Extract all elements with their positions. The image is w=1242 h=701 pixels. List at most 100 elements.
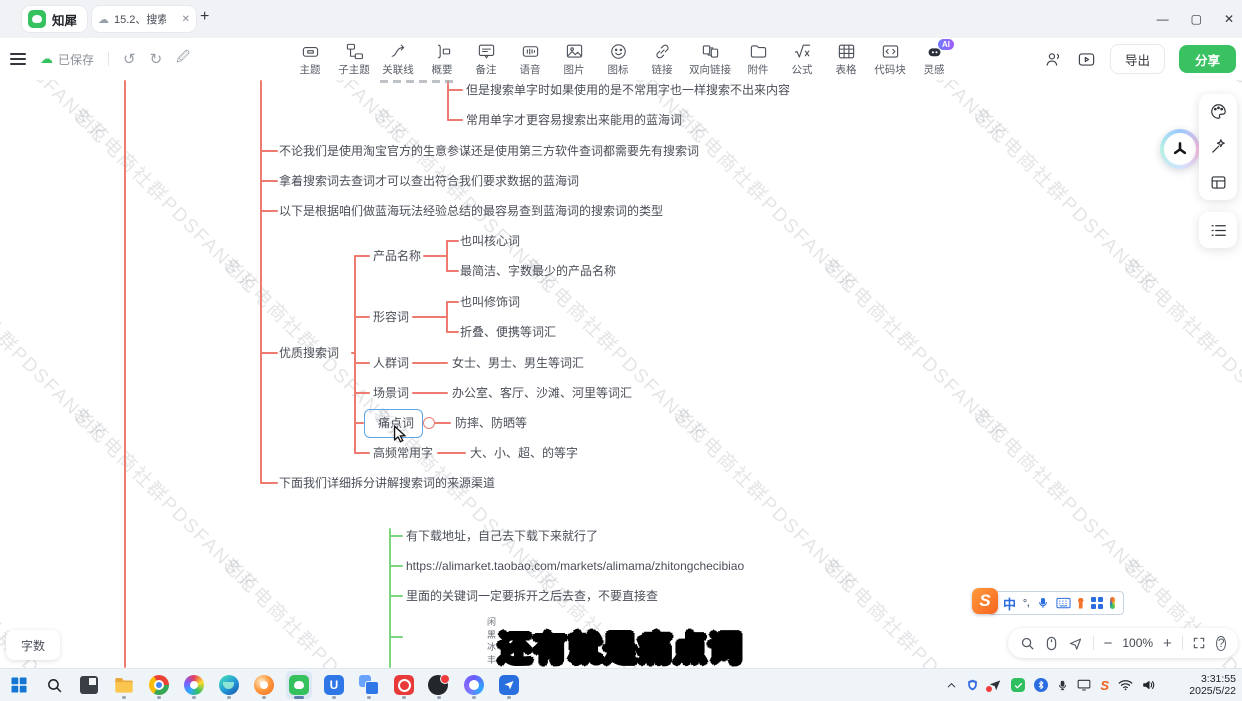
taskbar-app-squares-icon[interactable] <box>356 671 382 699</box>
mindmap-node-r13[interactable]: 人群词 <box>373 355 409 371</box>
tool-summary[interactable]: 概要 <box>420 42 464 77</box>
menu-button[interactable] <box>10 53 26 65</box>
taskbar-zhixi-icon[interactable] <box>286 671 312 699</box>
mindmap-node-r7[interactable]: 产品名称 <box>373 248 421 264</box>
mindmap-node-r9[interactable]: 最简洁、字数最少的产品名称 <box>460 263 616 279</box>
mindmap-node-r14[interactable]: 女士、男士、男生等词汇 <box>452 355 584 371</box>
tool-formula[interactable]: 公式 <box>780 42 824 77</box>
taskbar-clock[interactable]: 3:31:55 2025/5/22 <box>1189 669 1236 701</box>
tray-volume-icon[interactable] <box>1142 679 1156 691</box>
mindmap-node-g3[interactable]: 里面的关键词一定要拆开之后去查，不要直接查 <box>406 588 658 604</box>
tool-code[interactable]: 代码块 <box>868 42 912 77</box>
tool-ai[interactable]: 灵感AI <box>912 42 956 77</box>
mindmap-node-r12[interactable]: 折叠、便携等词汇 <box>460 324 556 340</box>
ime-chinese-mode[interactable]: 中 <box>1003 594 1016 613</box>
ime-keyboard-icon[interactable] <box>1056 597 1071 609</box>
tool-link[interactable]: 链接 <box>640 42 684 77</box>
theme-style-button[interactable] <box>1209 102 1228 121</box>
mindmap-node-g1[interactable]: 有下载地址，自己去下载下来就行了 <box>406 528 598 544</box>
tool-note[interactable]: 备注 <box>464 42 508 77</box>
taskbar-app-dark-icon[interactable] <box>426 671 452 699</box>
mindmap-node-r21[interactable]: 下面我们详细拆分讲解搜索词的来源渠道 <box>279 475 495 491</box>
taskbar-app-purple-icon[interactable] <box>461 671 487 699</box>
window-close-button[interactable]: ✕ <box>1224 12 1234 26</box>
tool-icon[interactable]: 图标 <box>596 42 640 77</box>
ime-apps-icon[interactable] <box>1091 597 1103 609</box>
ime-skin-icon[interactable] <box>1078 598 1084 609</box>
tray-display-icon[interactable] <box>1077 679 1091 691</box>
redo-button[interactable]: ↻ <box>150 50 163 68</box>
collaborate-button[interactable] <box>1044 50 1063 69</box>
tool-theme[interactable]: 主题 <box>288 42 332 77</box>
mindmap-node-r11[interactable]: 也叫修饰词 <box>460 294 520 310</box>
zoom-in-button[interactable]: + <box>1163 636 1172 651</box>
tray-hidden-icons-chevron[interactable] <box>946 680 957 691</box>
help-button[interactable]: ? <box>1216 636 1226 651</box>
mindmap-node-r10[interactable]: 形容词 <box>373 309 409 325</box>
mindmap-node-r6[interactable]: 优质搜索词 <box>279 345 339 361</box>
tray-security-shield-icon[interactable] <box>966 678 979 692</box>
app-logo[interactable]: 知犀 <box>22 6 87 32</box>
taskbar-app-red-icon[interactable] <box>391 671 417 699</box>
mindmap-node-r2[interactable]: 常用单字才更容易搜索出来能用的蓝海词 <box>466 112 682 128</box>
window-minimize-button[interactable]: — <box>1157 12 1169 26</box>
tool-attach[interactable]: 附件 <box>736 42 780 77</box>
zoom-out-button[interactable]: − <box>1104 636 1113 651</box>
tool-voice[interactable]: 语音 <box>508 42 552 77</box>
word-count-badge[interactable]: 字数 <box>6 630 60 660</box>
fullscreen-button[interactable] <box>1192 636 1206 650</box>
share-button[interactable]: 分享 <box>1179 45 1236 73</box>
tool-relation[interactable]: 关联线 <box>376 42 420 77</box>
taskbar-app-u-icon[interactable]: U <box>321 671 347 699</box>
undo-button[interactable]: ↺ <box>123 50 136 68</box>
tool-subtopic[interactable]: 子主题 <box>332 42 376 77</box>
magic-beautify-button[interactable] <box>1209 137 1228 156</box>
tray-microphone-icon[interactable] <box>1057 679 1068 692</box>
locate-center-button[interactable] <box>1068 636 1083 651</box>
presentation-button[interactable] <box>1077 50 1096 69</box>
tray-capture-icon[interactable] <box>1011 678 1025 692</box>
ime-mic-icon[interactable] <box>1037 596 1049 610</box>
tab-close-icon[interactable]: ✕ <box>182 14 190 25</box>
mindmap-node-r15[interactable]: 场景词 <box>373 385 409 401</box>
taskbar-search-icon[interactable] <box>41 671 67 699</box>
tool-image[interactable]: 图片 <box>552 42 596 77</box>
mindmap-node-r16[interactable]: 办公室、客厅、沙滩、河里等词汇 <box>452 385 632 401</box>
taskbar-app-plane-icon[interactable] <box>496 671 522 699</box>
tray-wifi-icon[interactable] <box>1118 679 1133 691</box>
mindmap-node-r1[interactable]: 但是搜索单字时如果使用的是不常用字也一样搜索不出来内容 <box>466 82 790 98</box>
mindmap-node-g2[interactable]: https://alimarket.taobao.com/markets/ali… <box>406 558 744 574</box>
layout-panel-button[interactable] <box>1209 173 1228 192</box>
sogou-ime-logo[interactable]: S <box>972 588 998 614</box>
taskbar-snip-app-icon[interactable] <box>76 671 102 699</box>
ime-tools-icon[interactable] <box>1110 597 1115 609</box>
mindmap-node-r8[interactable]: 也叫核心词 <box>460 233 520 249</box>
mindmap-node-r4[interactable]: 拿着搜索词去查词才可以查出符合我们要求数据的蓝海词 <box>279 173 579 189</box>
mindmap-canvas[interactable]: 老范电商社群PDSFANSIK老范电商社群PDSFANSIK老范电商社群PDSF… <box>0 80 1242 668</box>
taskbar-edge-icon[interactable] <box>216 671 242 699</box>
taskbar-browser360-icon[interactable] <box>181 671 207 699</box>
mindmap-node-r20[interactable]: 大、小、超、的等字 <box>470 445 578 461</box>
tray-bluetooth-icon[interactable] <box>1034 678 1048 692</box>
taskbar-browser-orange-icon[interactable] <box>251 671 277 699</box>
document-tab[interactable]: ☁ 15.2、搜索... ✕ <box>92 6 196 32</box>
taskbar-chrome-icon[interactable] <box>146 671 172 699</box>
tool-table[interactable]: 表格 <box>824 42 868 77</box>
collapse-handle-icon[interactable] <box>423 417 435 429</box>
tray-telegram-icon[interactable] <box>988 678 1002 692</box>
mindmap-node-r3[interactable]: 不论我们是使用淘宝官方的生意参谋还是使用第三方软件查词都需要先有搜索词 <box>279 143 699 159</box>
ime-punctuation-icon[interactable]: °, <box>1023 598 1030 609</box>
ai-assistant-button[interactable] <box>1160 129 1200 169</box>
mindmap-node-r5[interactable]: 以下是根据咱们做蓝海玩法经验总结的最容易查到蓝海词的搜索词的类型 <box>279 203 663 219</box>
window-maximize-button[interactable]: ▢ <box>1191 12 1202 26</box>
start-button[interactable] <box>6 671 32 699</box>
tray-sogou-icon[interactable]: S <box>1100 678 1109 693</box>
tool-bilink[interactable]: 双向链接 <box>684 42 736 77</box>
export-button[interactable]: 导出 <box>1110 44 1165 74</box>
format-painter-button[interactable]: 🖉 <box>176 48 190 70</box>
zoom-level[interactable]: 100% <box>1122 636 1153 650</box>
mindmap-node-r18[interactable]: 防摔、防晒等 <box>455 415 527 431</box>
mouse-mode-button[interactable] <box>1045 636 1058 651</box>
mindmap-node-r19[interactable]: 高频常用字 <box>373 445 433 461</box>
outline-view-button[interactable] <box>1209 221 1228 240</box>
